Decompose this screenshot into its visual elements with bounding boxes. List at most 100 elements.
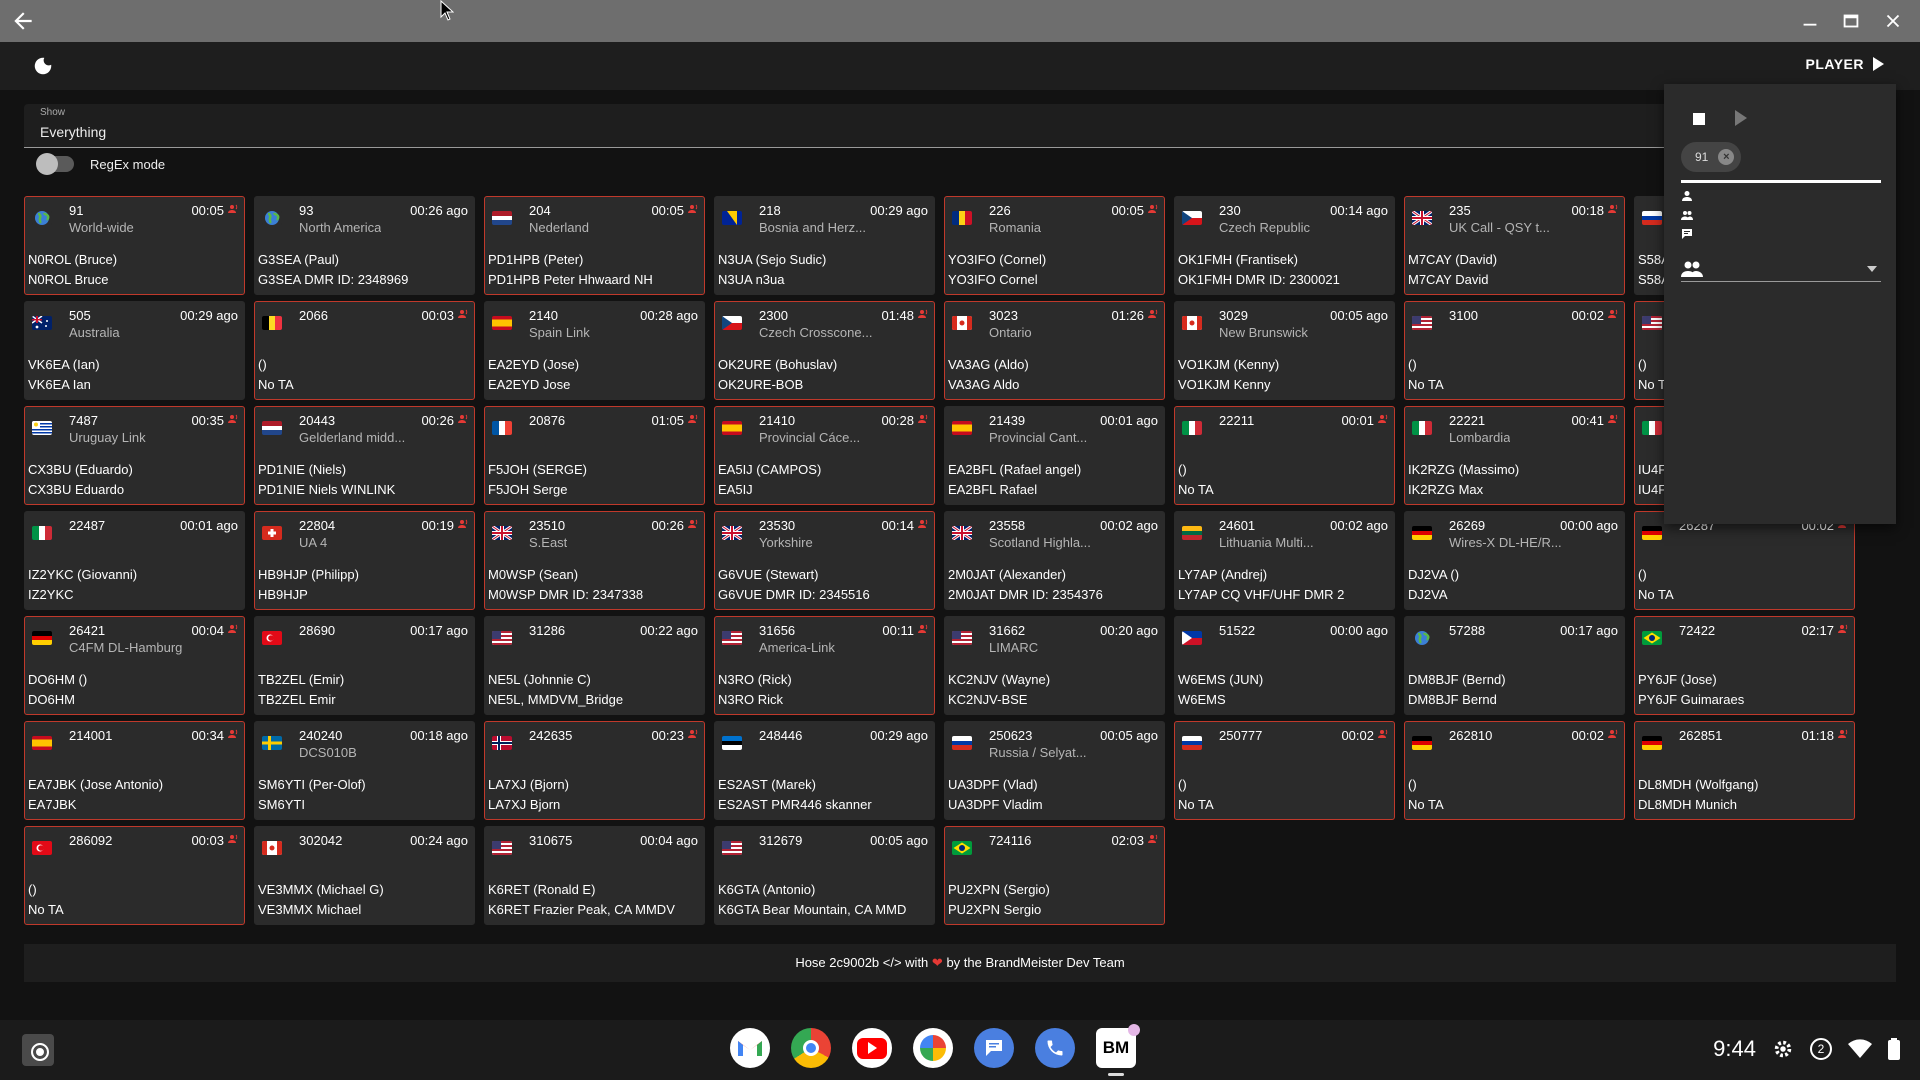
talkgroup-card[interactable]: 3029 New Brunswick 00:05 ago VO1KJM (Kenny)… [1174, 301, 1395, 400]
talkgroup-card[interactable]: 204 Nederland 00:05 PD1HPB (Peter) PD1HPB Pe… [484, 196, 705, 295]
talkgroup-card[interactable]: 72422 02:17 PY6JF (Jose) PY6JF Guimaraes [1634, 616, 1855, 715]
last-heard-time: 00:01 ago [1100, 413, 1158, 428]
talkgroup-card[interactable]: 2300 Czech Crosscone... 01:48 OK2URE (Bohus… [714, 301, 935, 400]
caller-talker-alias: M7CAY David [1408, 272, 1489, 287]
brandmeister-app-icon[interactable]: BM [1096, 1024, 1140, 1076]
talkgroup-card[interactable]: 28690 00:17 ago TB2ZEL (Emir) TB2ZEL Emir [254, 616, 475, 715]
talkgroup-card[interactable]: 21439 Provincial Cant... 00:01 ago EA2BFL (… [944, 406, 1165, 505]
talkgroup-card[interactable]: 505 Australia 00:29 ago VK6EA (Ian) VK6EA Ia… [24, 301, 245, 400]
talkgroup-card[interactable]: 22804 UA 4 00:19 HB9HJP (Philipp) HB9HJP [254, 511, 475, 610]
talkgroup-card[interactable]: 20443 Gelderland midd... 00:26 PD1NIE (Niel… [254, 406, 475, 505]
player-progress-bar [1681, 180, 1881, 183]
last-heard-value: 00:05 ago [1100, 728, 1158, 743]
talkgroup-card[interactable]: 248446 00:29 ago ES2AST (Marek) ES2AST PMR4… [714, 721, 935, 820]
talkgroup-card[interactable]: 3100 00:02 () No TA [1404, 301, 1625, 400]
gmail-icon[interactable] [730, 1028, 770, 1068]
talkgroup-card[interactable]: 21410 Provincial Cáce... 00:28 EA5IJ (CAMPO… [714, 406, 935, 505]
talkgroup-card[interactable]: 23530 Yorkshire 00:14 G6VUE (Stewart) G6VUE … [714, 511, 935, 610]
talkgroup-card[interactable]: 286092 00:03 () No TA [24, 826, 245, 925]
talkgroup-card[interactable]: 250777 00:02 () No TA [1174, 721, 1395, 820]
talkgroup-card[interactable]: 250623 Russia / Selyat... 00:05 ago UA3DPF … [944, 721, 1165, 820]
caller-talker-alias: IZ2YKC [28, 587, 74, 602]
caller-callsign: DM8BJF (Bernd) [1408, 672, 1506, 687]
photos-icon[interactable] [913, 1028, 953, 1068]
caller-callsign: LA7XJ (Bjorn) [488, 777, 569, 792]
talkgroup-card[interactable]: 218 Bosnia and Herz... 00:29 ago N3UA (Sejo… [714, 196, 935, 295]
talkgroup-card[interactable]: 31656 America-Link 00:11 N3RO (Rick) N3RO Ri… [714, 616, 935, 715]
talkgroup-card[interactable]: 22221 Lombardia 00:41 IK2RZG (Massimo) IK2RZ… [1404, 406, 1625, 505]
talkgroup-chip[interactable]: 91 × [1681, 142, 1741, 172]
talkgroup-card[interactable]: 240240 DCS010B 00:18 ago SM6YTI (Per-Olof) S… [254, 721, 475, 820]
talkgroup-card[interactable]: 23558 Scotland Highla... 00:02 ago 2M0JAT (… [944, 511, 1165, 610]
talkgroup-card[interactable]: 7487 Uruguay Link 00:35 CX3BU (Eduardo) CX3B… [24, 406, 245, 505]
caller-talker-alias: G3SEA DMR ID: 2348969 [258, 272, 409, 287]
dropdown-arrow-icon[interactable] [1867, 266, 1877, 272]
talkgroup-name: New Brunswick [1219, 325, 1308, 340]
talkgroup-card[interactable]: 2140 Spain Link 00:28 ago EA2EYD (Jose) EA2E… [484, 301, 705, 400]
caller-talker-alias: ES2AST PMR446 skanner [718, 797, 872, 812]
talkgroup-id: 31662 [989, 623, 1026, 638]
caller-talker-alias: N0ROL Bruce [28, 272, 109, 287]
talkgroup-card[interactable]: 230 Czech Republic 00:14 ago OK1FMH (Franti… [1174, 196, 1395, 295]
talkgroup-card[interactable]: 22487 00:01 ago IZ2YKC (Giovanni) IZ2YKC [24, 511, 245, 610]
close-icon[interactable] [1882, 10, 1904, 32]
regex-mode-switch[interactable] [36, 153, 74, 175]
talkgroup-card[interactable]: 93 North America 00:26 ago G3SEA (Paul) G3SE… [254, 196, 475, 295]
talkgroup-card[interactable]: 724116 02:03 PU2XPN (Sergio) PU2XPN Sergio [944, 826, 1165, 925]
messages-icon[interactable] [974, 1028, 1014, 1068]
talkgroup-card[interactable]: 20876 01:05 F5JOH (SERGE) F5JOH Serge [484, 406, 705, 505]
es-flag-icon [952, 421, 972, 435]
talkgroup-card[interactable]: 23510 S.East 00:26 M0WSP (Sean) M0WSP DMR ID… [484, 511, 705, 610]
status-tray[interactable]: 9:44 2 [1713, 1036, 1900, 1062]
ru-flag-icon [1642, 211, 1662, 225]
caller-callsign: () [28, 882, 37, 897]
talkgroup-card[interactable]: 26287 00:02() No TA [1634, 511, 1855, 610]
talkgroup-card[interactable]: 310675 00:04 ago K6RET (Ronald E) K6RET Fra… [484, 826, 705, 925]
talkgroup-card[interactable]: 214001 00:34 EA7JBK (Jose Antonio) EA7JBK [24, 721, 245, 820]
last-heard-time: 00:05 [191, 203, 238, 218]
talkgroup-card[interactable]: 57288 00:17 ago DM8BJF (Bernd) DM8BJF Bernd [1404, 616, 1625, 715]
dark-mode-moon-icon[interactable] [32, 55, 54, 77]
talkgroup-name: UA 4 [299, 535, 328, 550]
talkgroup-card[interactable]: 51522 00:00 ago W6EMS (JUN) W6EMS [1174, 616, 1395, 715]
talkgroup-card[interactable]: 26421 C4FM DL-Hamburg 00:04 DO6HM () DO6HM [24, 616, 245, 715]
talkgroup-card[interactable]: 242635 00:23 LA7XJ (Bjorn) LA7XJ Bjorn [484, 721, 705, 820]
caller-talker-alias: EA2BFL Rafael [948, 482, 1038, 497]
caller-callsign: VO1KJM (Kenny) [1178, 357, 1280, 372]
group-select[interactable] [1681, 258, 1881, 282]
talkgroup-card[interactable]: 235 UK Call - QSY t... 00:18 M7CAY (David) M… [1404, 196, 1625, 295]
talkgroup-card[interactable]: 226 Romania 00:05 YO3IFO (Cornel) YO3IFO Cor… [944, 196, 1165, 295]
ph-flag-icon [1182, 631, 1202, 645]
talkgroup-card[interactable]: 26269 Wires-X DL-HE/R... 00:00 ago DJ2VA ()… [1404, 511, 1625, 610]
back-arrow-icon[interactable] [10, 8, 36, 34]
talkgroup-card[interactable]: 302042 00:24 ago VE3MMX (Michael G) VE3MMX … [254, 826, 475, 925]
launcher-icon[interactable] [22, 1034, 54, 1066]
show-filter-field[interactable]: Show Everything [24, 104, 1896, 148]
talkgroup-card[interactable]: 91 World-wide 00:05 N0ROL (Bruce) N0ROL Bruc… [24, 196, 245, 295]
talkgroup-card[interactable]: 3023 Ontario 01:26 VA3AG (Aldo) VA3AG Aldo [944, 301, 1165, 400]
talkgroup-card[interactable]: 2066 00:03 () No TA [254, 301, 475, 400]
talkgroup-card[interactable]: 22211 00:01 () No TA [1174, 406, 1395, 505]
youtube-icon[interactable] [852, 1028, 892, 1068]
talkgroup-card[interactable]: 24601 Lithuania Multi... 00:02 ago LY7AP (A… [1174, 511, 1395, 610]
last-heard-time: 00:26 [421, 413, 468, 428]
talkgroup-card[interactable]: 31286 00:22 ago NE5L (Johnnie C) NE5L, MMDV… [484, 616, 705, 715]
maximize-icon[interactable] [1840, 10, 1862, 32]
last-heard-time: 00:18 [1571, 203, 1618, 218]
tr-flag-icon [32, 841, 52, 855]
talkgroup-card[interactable]: 262810 00:02 () No TA [1404, 721, 1625, 820]
talkgroup-name: Russia / Selyat... [989, 745, 1087, 760]
minimize-icon[interactable] [1799, 10, 1821, 32]
talkgroup-card[interactable]: 31662 LIMARC 00:20 ago KC2NJV (Wayne) KC2NJV… [944, 616, 1165, 715]
stop-icon[interactable] [1693, 113, 1705, 125]
caller-talker-alias: PU2XPN Sergio [948, 902, 1042, 917]
talkgroup-id: 51522 [1219, 623, 1256, 638]
player-button[interactable]: PLAYER [1805, 56, 1884, 72]
regex-mode-toggle-row[interactable]: RegEx mode [36, 153, 165, 175]
play-icon[interactable] [1735, 110, 1747, 126]
chip-remove-icon[interactable]: × [1718, 149, 1735, 165]
talkgroup-card[interactable]: 262851 01:18 DL8MDH (Wolfgang) DL8MDH Munic… [1634, 721, 1855, 820]
phone-icon[interactable] [1035, 1028, 1075, 1068]
chrome-icon[interactable] [791, 1028, 831, 1068]
talkgroup-card[interactable]: 312679 00:05 ago K6GTA (Antonio) K6GTA Bear… [714, 826, 935, 925]
